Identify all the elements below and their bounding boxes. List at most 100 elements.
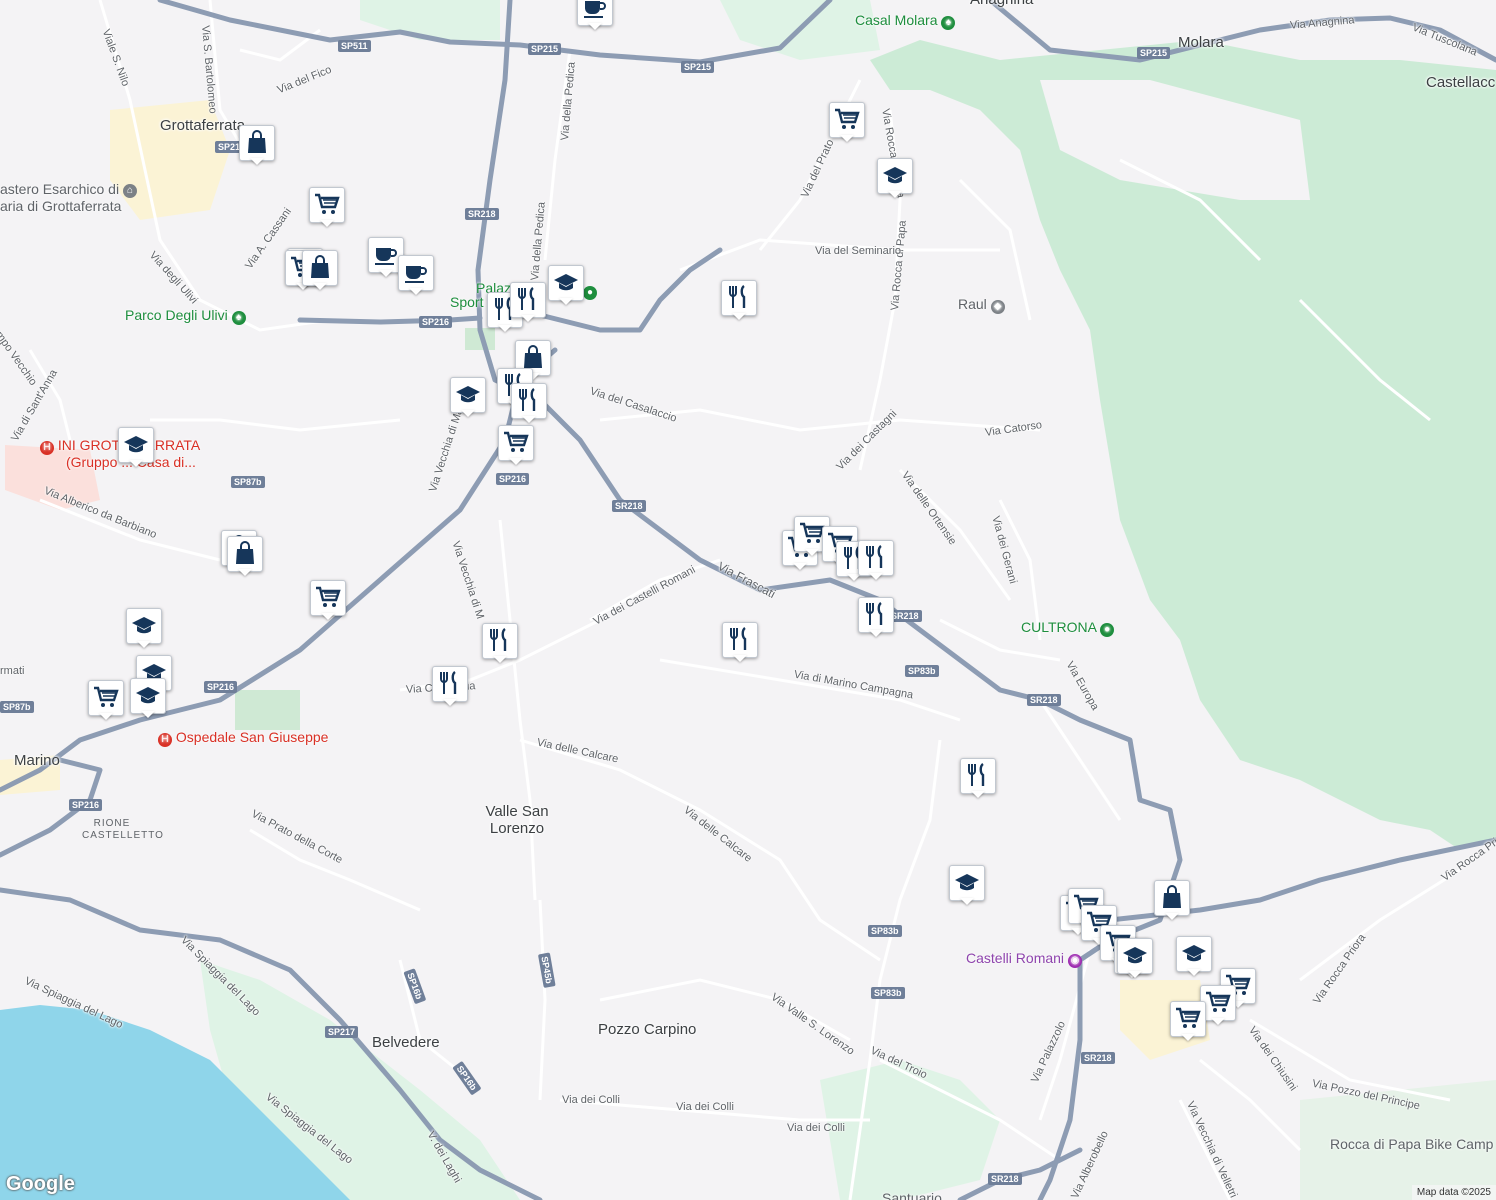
cafe-marker[interactable]: [398, 255, 434, 295]
restaurant-marker[interactable]: [858, 597, 894, 637]
poi-castelli-romani[interactable]: Castelli Romani ◉: [966, 950, 1082, 968]
poi-label: astero Esarchico di: [0, 181, 120, 197]
grocery-marker[interactable]: [88, 680, 124, 720]
park-icon: ♠: [231, 311, 246, 325]
poi-ospedale[interactable]: H Ospedale San Giuseppe: [158, 729, 328, 747]
school-marker[interactable]: [118, 427, 154, 467]
poi-parco-ulivi[interactable]: Parco Degli Ulivi ♠: [125, 307, 246, 325]
marker-tip: [409, 288, 423, 295]
restaurant-marker[interactable]: [722, 622, 758, 662]
map-base-layer: [0, 0, 1496, 1200]
street-label: Via dei Colli: [787, 1122, 845, 1134]
place-belvedere: Belvedere: [372, 1034, 440, 1051]
poi-santuario[interactable]: Santuario: [882, 1190, 942, 1200]
grocery-marker[interactable]: [1170, 1001, 1206, 1041]
restaurant-marker[interactable]: [721, 280, 757, 320]
restaurant-marker[interactable]: [858, 540, 894, 580]
marker-tip: [588, 23, 602, 30]
marker-tip: [141, 711, 155, 718]
poi-label: aria di Grottaferrata: [0, 197, 122, 214]
poi-label: Castelli Romani: [966, 950, 1065, 966]
marker-tip: [99, 713, 113, 720]
poi-raul[interactable]: Raul ◆: [958, 296, 1005, 314]
road-shield: SP215: [1137, 47, 1171, 59]
marker-tip: [461, 410, 475, 417]
google-logo: Google: [6, 1173, 75, 1195]
shopping-pin-icon[interactable]: ●: [583, 286, 597, 300]
landmark-icon[interactable]: ⌂: [123, 184, 137, 198]
marker-tip: [509, 458, 523, 465]
grocery-marker[interactable]: [309, 187, 345, 227]
hospital-icon: H: [158, 733, 172, 747]
marker-tip: [522, 416, 536, 423]
marker-tip: [379, 270, 393, 277]
marker-tip: [493, 656, 507, 663]
restaurant-marker[interactable]: [960, 758, 996, 798]
grocery-marker[interactable]: [498, 425, 534, 465]
marker-tip: [559, 298, 573, 305]
road-shield: SP511: [338, 40, 371, 52]
school-marker[interactable]: [548, 265, 584, 305]
restaurant-marker[interactable]: [482, 623, 518, 663]
street-label: rmati: [0, 665, 25, 677]
marker-tip: [1187, 969, 1201, 976]
park-area: [235, 690, 300, 730]
marker-tip: [129, 460, 143, 467]
marker-tip: [320, 220, 334, 227]
restaurant-marker[interactable]: [511, 383, 547, 423]
marker-tip: [250, 158, 264, 165]
marker-tip: [960, 898, 974, 905]
school-marker[interactable]: [126, 608, 162, 648]
poi-casal-molara[interactable]: Casal Molara ♠: [855, 12, 956, 30]
school-marker[interactable]: [877, 158, 913, 198]
school-marker[interactable]: [130, 678, 166, 718]
road-shield: SP87b: [0, 701, 34, 713]
shopping-marker[interactable]: [302, 250, 338, 290]
school-marker[interactable]: [450, 377, 486, 417]
road-shield: SR218: [1081, 1052, 1115, 1064]
hospital-icon: H: [40, 441, 54, 455]
poi-cultrona[interactable]: CULTRONA ●: [1021, 619, 1115, 637]
marker-tip: [238, 569, 252, 576]
road-shield: SR218: [988, 1173, 1022, 1185]
restaurant-marker[interactable]: [510, 282, 546, 322]
school-marker[interactable]: [1117, 938, 1153, 978]
park-area: [820, 1060, 1000, 1200]
marker-tip: [313, 283, 327, 290]
marker-tip: [498, 325, 512, 332]
school-marker[interactable]: [949, 865, 985, 905]
poi-sport[interactable]: Sport: [450, 294, 483, 310]
school-marker[interactable]: [1176, 936, 1212, 976]
transit-icon: ◉: [1067, 954, 1082, 968]
road-shield: SP83b: [871, 987, 905, 999]
grocery-marker[interactable]: [310, 580, 346, 620]
road-shield: SP83b: [868, 925, 902, 937]
road-shield: SP216: [419, 316, 453, 328]
map-attribution[interactable]: Map data ©2025: [1411, 1185, 1496, 1200]
poi-label: CULTRONA: [1021, 619, 1097, 635]
map-canvas[interactable]: Grottaferrata Marino Valle San Lorenzo P…: [0, 0, 1496, 1200]
poi-monastero[interactable]: astero Esarchico di aria di Grottaferrata: [0, 181, 121, 215]
marker-tip: [971, 791, 985, 798]
street-label: Via del Seminario: [815, 245, 902, 257]
road-shield: SP216: [69, 799, 103, 811]
shopping-pin-icon: ●: [1100, 623, 1115, 637]
street-label: Via dei Colli: [562, 1094, 620, 1106]
road-shield: SR218: [1027, 694, 1061, 706]
road-shield: SP83b: [905, 665, 939, 677]
road-shield: SP215: [681, 61, 715, 73]
shopping-marker[interactable]: [1154, 880, 1190, 920]
cafe-marker[interactable]: [577, 0, 613, 30]
road-shield: SR218: [465, 208, 499, 220]
place-pozzo-carpino: Pozzo Carpino: [598, 1021, 697, 1038]
grocery-marker[interactable]: [829, 102, 865, 142]
marker-tip: [1165, 913, 1179, 920]
poi-rocca-bike[interactable]: Rocca di Papa Bike Camp: [1330, 1136, 1493, 1152]
shopping-marker[interactable]: [239, 125, 275, 165]
shopping-marker[interactable]: [227, 536, 263, 576]
restaurant-marker[interactable]: [432, 666, 468, 706]
poi-label: Raul: [958, 296, 987, 312]
road-shield: SR218: [612, 500, 646, 512]
place-castellaccio: Castellacc: [1426, 74, 1496, 91]
place-marino: Marino: [14, 752, 60, 769]
